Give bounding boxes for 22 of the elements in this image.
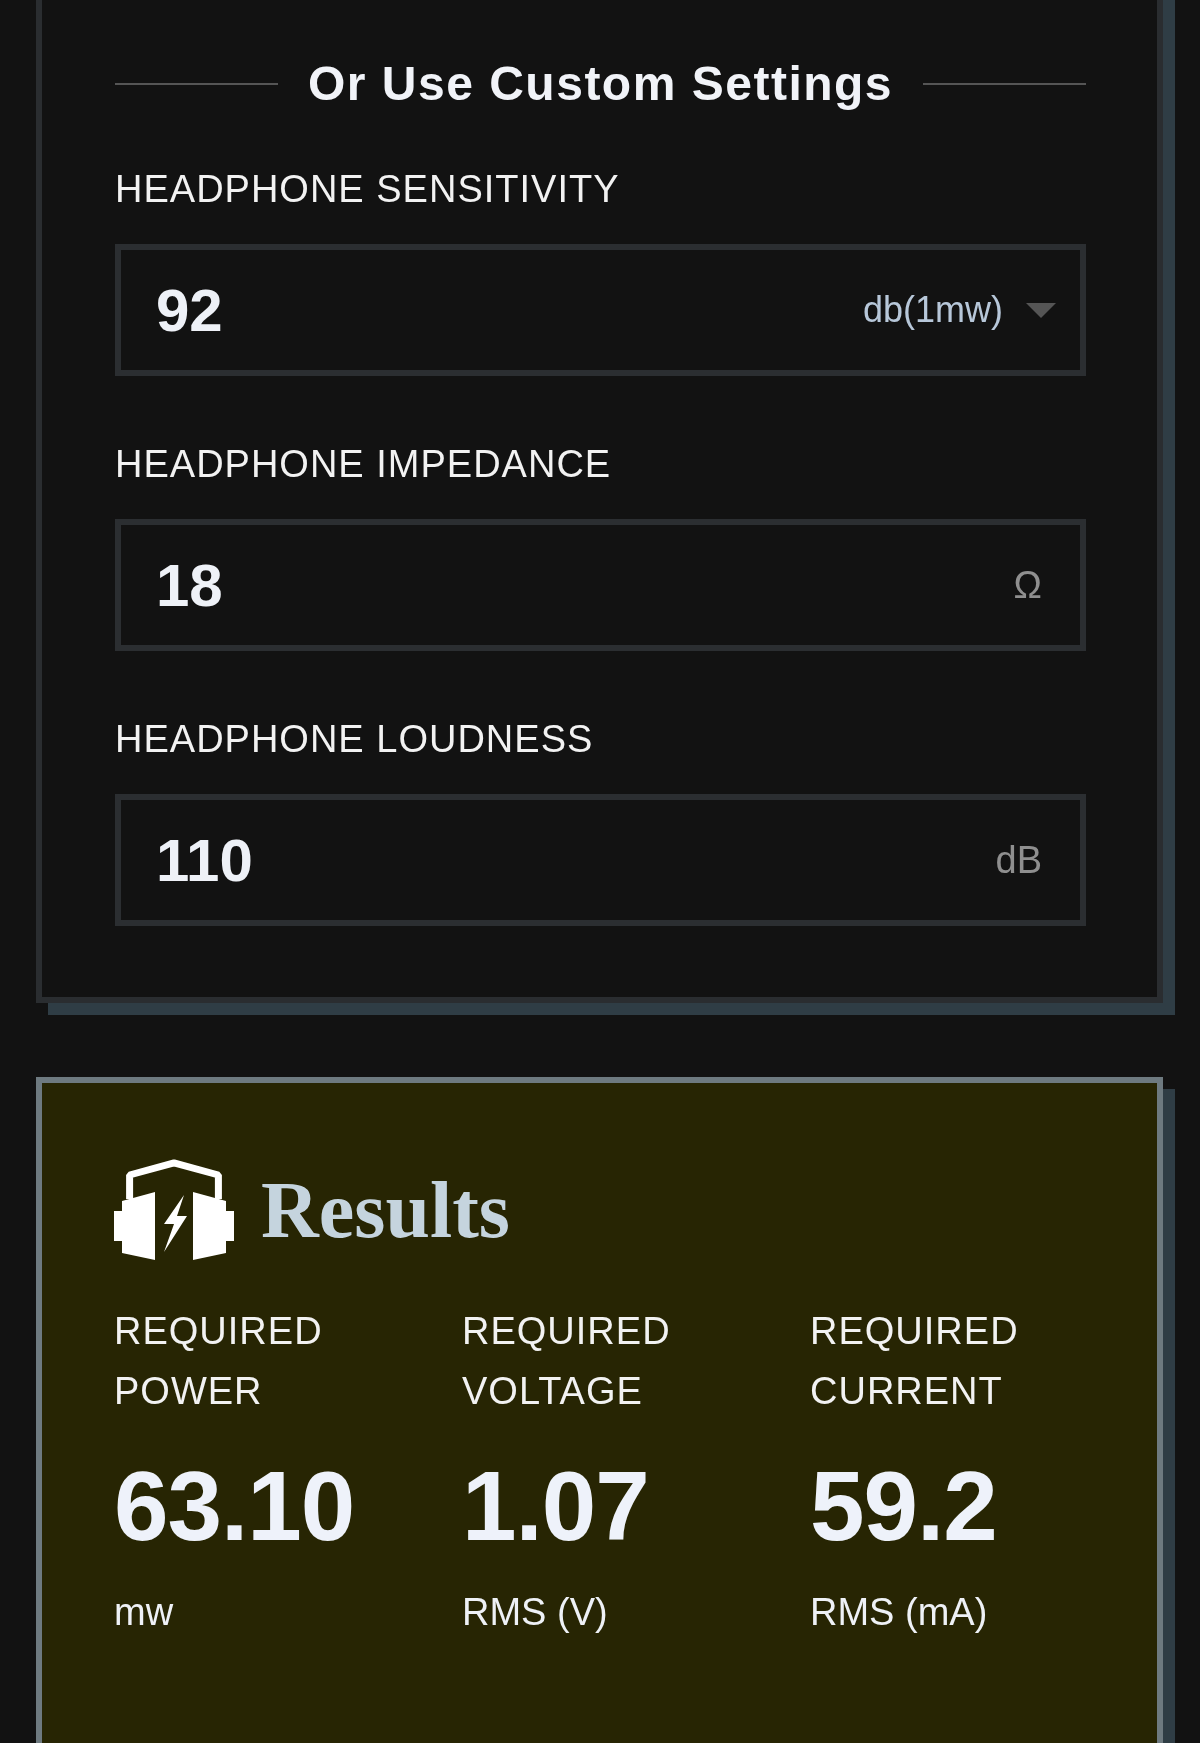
- number-field[interactable]: 18 Ω: [115, 519, 1086, 651]
- result-unit: RMS (V): [462, 1590, 609, 1635]
- result-value: 1.07: [462, 1450, 650, 1563]
- result-label: REQUIRED VOLTAGE: [462, 1309, 672, 1414]
- number-field[interactable]: 110 dB: [115, 794, 1086, 926]
- section-title: Or Use Custom Settings: [307, 56, 894, 112]
- number-field[interactable]: 92 db(1mw): [115, 244, 1086, 376]
- headphones-lightning-icon: [114, 1159, 234, 1260]
- results-title: Results: [261, 1169, 510, 1250]
- result-value: 63.10: [114, 1450, 356, 1563]
- unit-label: dB: [995, 838, 1042, 882]
- field-label: HEADPHONE SENSITIVITY: [115, 167, 621, 212]
- field-label: HEADPHONE IMPEDANCE: [115, 442, 613, 487]
- result-unit: mw: [114, 1590, 175, 1635]
- result-unit: RMS (mA): [810, 1590, 989, 1635]
- result-label: REQUIRED POWER: [114, 1309, 324, 1414]
- result-label: REQUIRED CURRENT: [810, 1309, 1020, 1414]
- result-value: 59.2: [810, 1450, 998, 1563]
- unit-label: Ω: [1013, 563, 1042, 607]
- caret-icon: [1026, 302, 1056, 318]
- field-label: HEADPHONE LOUDNESS: [115, 717, 595, 762]
- unit-select[interactable]: db(1mw): [862, 289, 1056, 331]
